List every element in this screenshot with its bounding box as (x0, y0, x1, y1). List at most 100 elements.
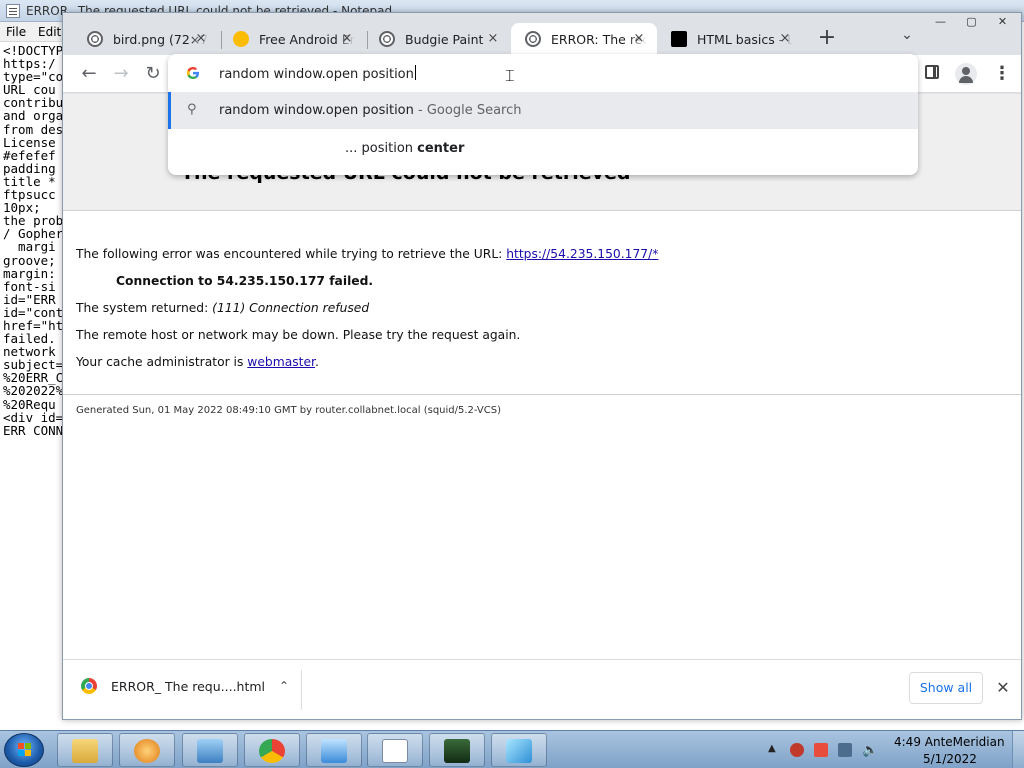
suggestion-bold: center (417, 141, 465, 156)
show-all-button[interactable]: Show all (909, 672, 983, 704)
chrome-file-icon (81, 678, 97, 694)
show-desktop-button[interactable] (1012, 731, 1024, 768)
notepad-text-line: font-si (3, 278, 56, 294)
back-button[interactable]: ← (77, 63, 101, 85)
chevron-up-icon[interactable]: ⌃ (279, 679, 289, 693)
suggestion-prefix: ... position (345, 141, 418, 156)
notepad-text-line: from des (3, 121, 63, 137)
taskbar-photo-viewer[interactable] (306, 733, 362, 767)
error-line-url: The following error was encountered whil… (76, 247, 658, 261)
generated-footer: Generated Sun, 01 May 2022 08:49:10 GMT … (76, 405, 501, 416)
close-icon[interactable]: × (193, 31, 209, 46)
security-icon[interactable] (790, 743, 804, 757)
volume-icon[interactable]: 🔈 (862, 743, 878, 758)
notepad-text-line: License (3, 134, 56, 150)
tab-html-basics[interactable]: HTML basics - Learn × (657, 23, 803, 55)
media-player-icon (134, 739, 160, 763)
tab-error-active[interactable]: ERROR: The requested URL × (511, 23, 657, 55)
globe-icon (525, 31, 541, 47)
omnibox-input[interactable]: random window.open position (219, 65, 416, 82)
error-line-url-text: The following error was encountered whil… (76, 247, 507, 261)
webmaster-link[interactable]: webmaster (247, 355, 315, 369)
taskbar-control-panel[interactable] (182, 733, 238, 767)
notepad-menu-edit[interactable]: Edit (38, 25, 61, 39)
taskbar-task-manager[interactable] (429, 733, 485, 767)
clock-time[interactable]: 4:49 AnteMeridian (894, 735, 1005, 749)
notepad-text-line: <div id= (3, 409, 63, 425)
maximize-button[interactable]: ▢ (956, 13, 987, 31)
cache-admin-line: Your cache administrator is webmaster. (76, 355, 319, 369)
globe-icon (87, 31, 103, 47)
download-item[interactable]: ERROR_ The requ....html ⌃ (81, 678, 289, 694)
download-filename: ERROR_ The requ....html (111, 678, 266, 694)
notepad-text-area[interactable]: <!DOCTYP https:/type="co URL cou contribu an… (3, 44, 63, 437)
close-download-bar-icon[interactable]: ✕ (993, 678, 1013, 697)
notepad-text-line: and orga (3, 108, 63, 124)
browser-menu-button[interactable]: ⋮ (993, 63, 1011, 85)
chrome-icon (259, 739, 285, 763)
network-icon[interactable] (838, 743, 852, 757)
error-url-link[interactable]: https://54.235.150.177/* (506, 247, 658, 261)
taskbar-paint[interactable] (491, 733, 547, 767)
notepad-text-line: #efefef (3, 147, 56, 163)
notepad-icon (6, 4, 20, 18)
minimize-button[interactable]: — (925, 13, 956, 31)
omnibox-dropdown: random window.open position ⚲ random win… (168, 54, 918, 175)
download-bar: ERROR_ The requ....html ⌃ Show all ✕ (63, 659, 1021, 719)
globe-icon (379, 31, 395, 47)
notepad-text-line: margin: (3, 265, 56, 281)
google-g-icon (187, 67, 199, 79)
tab-bird-png[interactable]: bird.png (72×72) × (73, 23, 219, 55)
suggestion-query: random window.open position (219, 103, 414, 118)
profile-avatar-icon[interactable] (955, 63, 977, 85)
control-panel-icon (197, 739, 223, 763)
tab-search-button[interactable]: ⌄ (895, 27, 919, 51)
notepad-menubar: File Edit (0, 22, 70, 42)
search-icon: ⚲ (187, 102, 197, 117)
taskbar-explorer[interactable] (57, 733, 113, 767)
close-icon[interactable]: × (485, 31, 501, 46)
remote-host-text: The remote host or network may be down. … (76, 328, 521, 342)
mdn-icon (671, 31, 687, 47)
tab-free-android-emulator[interactable]: Free Android Emulator × (219, 23, 365, 55)
suggestion-position-center[interactable]: ... position center (345, 141, 464, 156)
notepad-text-line: id="cont (3, 304, 63, 320)
taskbar-notepad[interactable] (367, 733, 423, 767)
photo-viewer-icon (321, 739, 347, 763)
text-caret (414, 65, 416, 80)
notepad-text-line: groove; (3, 252, 56, 268)
new-tab-button[interactable]: + (815, 27, 839, 51)
show-hidden-icons-icon[interactable]: ▲ (768, 743, 782, 757)
taskbar-chrome[interactable] (244, 733, 300, 767)
folder-icon (72, 739, 98, 763)
tab-budgie-paint[interactable]: Budgie Paint × (365, 23, 511, 55)
close-icon[interactable]: × (777, 31, 793, 46)
text-cursor-icon: ⌶ (505, 66, 515, 85)
connection-failed-text: Connection to 54.235.150.177 failed. (116, 274, 374, 288)
download-separator (301, 670, 302, 710)
notepad-text-line: %202022% (3, 383, 63, 399)
action-center-icon[interactable] (814, 743, 828, 757)
system-returned-label: The system returned: (76, 301, 213, 315)
forward-button[interactable]: → (109, 63, 133, 85)
close-icon[interactable]: × (631, 31, 647, 46)
suggestion-google-search[interactable]: ⚲ random window.open position - Google S… (168, 92, 918, 129)
windows-logo-icon (18, 743, 32, 757)
close-window-button[interactable]: ✕ (987, 13, 1018, 31)
paint-icon (506, 739, 532, 763)
close-icon[interactable]: × (339, 31, 355, 46)
notepad-menu-file[interactable]: File (6, 25, 26, 39)
notepad-text-line: %20Requ (3, 396, 56, 412)
task-manager-icon (444, 739, 470, 763)
side-panel-icon[interactable] (925, 65, 939, 79)
reload-button[interactable]: ↻ (141, 63, 165, 85)
taskbar-media-player[interactable] (119, 733, 175, 767)
notepad-text-line: margi (3, 239, 56, 255)
clock-date[interactable]: 5/1/2022 (923, 752, 977, 766)
emulator-icon (233, 31, 249, 47)
omnibox-query: random window.open position (219, 67, 414, 82)
start-button[interactable] (4, 733, 44, 767)
window-controls: — ▢ ✕ (925, 13, 1018, 31)
notepad-app-icon (382, 739, 408, 763)
cache-admin-suffix: . (314, 355, 319, 369)
